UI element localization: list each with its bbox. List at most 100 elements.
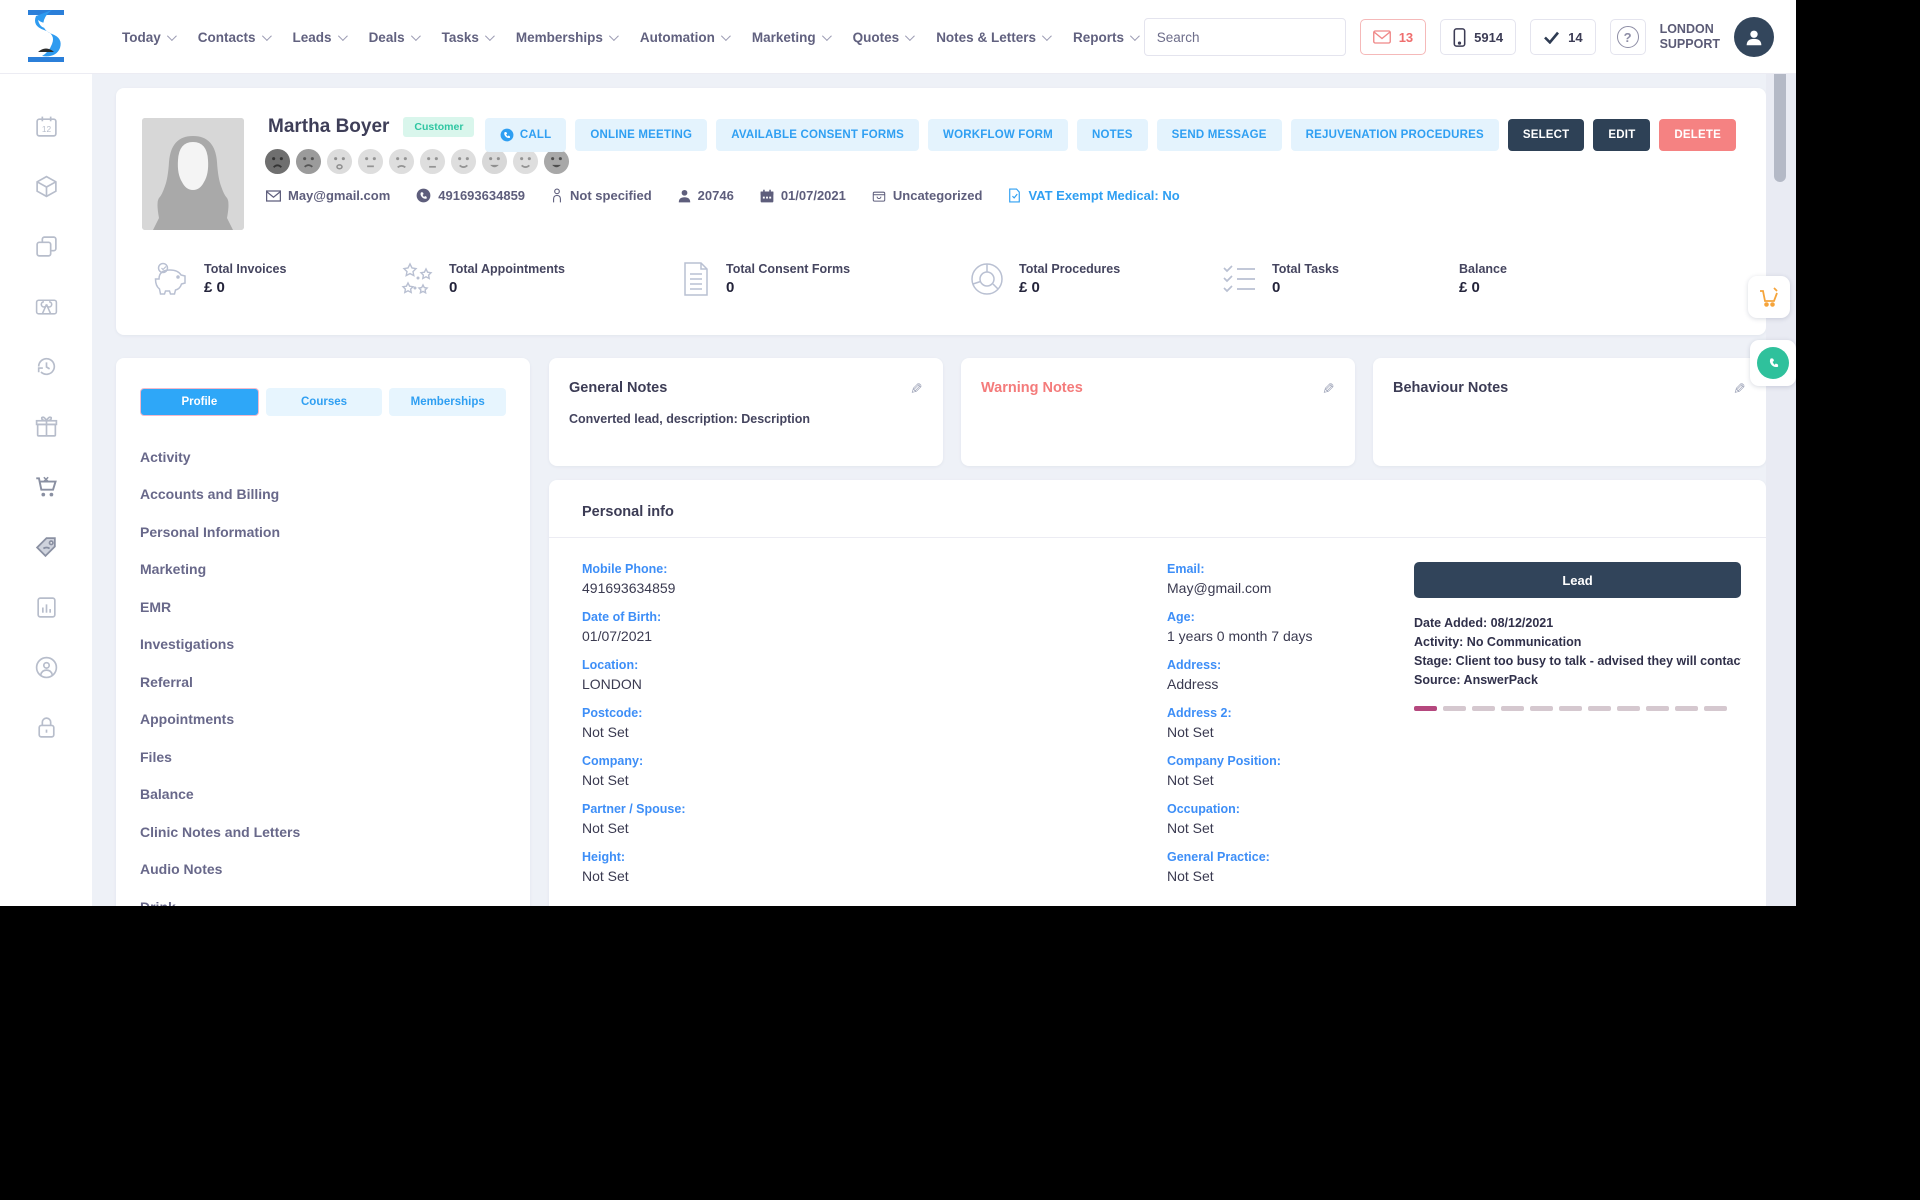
tasks-badge[interactable]: 14 [1530,19,1596,55]
sidebar-item-clinic-notes[interactable]: Clinic Notes and Letters [140,813,530,851]
menu-leads[interactable]: Leads [293,30,348,45]
sidebar-item-referral[interactable]: Referral [140,663,530,701]
edit-pencil-icon[interactable]: ✎ [910,380,923,398]
tab-profile[interactable]: Profile [140,388,259,416]
satisfaction-face-icon[interactable] [357,148,384,175]
history-icon[interactable] [34,354,59,379]
satisfaction-face-icon[interactable] [326,148,353,175]
inbox-badge[interactable]: 13 [1359,19,1427,55]
notes-button[interactable]: NOTES [1076,119,1148,151]
sidebar-item-investigations[interactable]: Investigations [140,626,530,664]
whatsapp-floating-button[interactable] [1750,340,1796,386]
client-action-buttons: CALL ONLINE MEETING AVAILABLE CONSENT FO… [484,118,1736,152]
lead-button[interactable]: Lead [1414,562,1741,598]
client-contact-row: May@gmail.com 491693634859 Not specified… [266,188,1180,203]
cart-icon[interactable] [33,474,59,500]
search-input[interactable] [1144,29,1345,45]
lead-progress-segment[interactable] [1414,706,1437,711]
consent-forms-button[interactable]: AVAILABLE CONSENT FORMS [716,119,920,151]
lead-progress-segment[interactable] [1472,706,1495,711]
lock-icon[interactable] [34,715,59,740]
user-avatar[interactable] [1734,17,1774,57]
menu-contacts[interactable]: Contacts [198,30,272,45]
sidebar-item-accounts-billing[interactable]: Accounts and Billing [140,476,530,514]
satisfaction-face-icon[interactable] [388,148,415,175]
menu-marketing[interactable]: Marketing [751,29,832,45]
satisfaction-face-icon[interactable] [450,148,477,175]
tasks-count: 14 [1568,29,1583,45]
tab-courses[interactable]: Courses [265,388,383,416]
call-button[interactable]: CALL [484,118,567,152]
menu-tasks[interactable]: Tasks [442,30,495,45]
menu-label: Marketing [751,29,816,45]
lead-progress-segment[interactable] [1617,706,1640,711]
client-phone[interactable]: 491693634859 [416,188,525,203]
satisfaction-face-icon[interactable] [512,148,539,175]
select-button[interactable]: SELECT [1507,119,1585,151]
client-vat-status[interactable]: VAT Exempt Medical: No [1008,188,1180,203]
sms-badge[interactable]: 5914 [1440,19,1517,55]
client-category[interactable]: Uncategorized [872,188,982,203]
lead-progress-segment[interactable] [1675,706,1698,711]
menu-today[interactable]: Today [122,30,177,45]
workflow-form-button[interactable]: WORKFLOW FORM [928,119,1068,151]
piggy-bank-icon [154,262,186,295]
edit-pencil-icon[interactable]: ✎ [1322,380,1335,398]
svg-text:12: 12 [41,124,51,134]
sidebar-item-appointments[interactable]: Appointments [140,701,530,739]
tag-icon[interactable] [34,535,59,560]
client-gender[interactable]: Not specified [551,188,652,203]
lead-progress-segment[interactable] [1704,706,1727,711]
satisfaction-face-icon[interactable] [543,148,570,175]
duplicate-icon[interactable] [34,234,59,259]
page-scrollbar[interactable] [1766,0,1796,906]
tab-memberships[interactable]: Memberships [389,388,507,416]
lead-progress-segment[interactable] [1588,706,1611,711]
sidebar-item-files[interactable]: Files [140,738,530,776]
sidebar-item-personal-information[interactable]: Personal Information [140,513,530,551]
sidebar-item-drink[interactable]: Drink [140,888,530,906]
menu-notes-letters[interactable]: Notes & Letters [936,30,1052,45]
lead-progress-segment[interactable] [1559,706,1582,711]
sidebar-item-balance[interactable]: Balance [140,776,530,814]
delete-button[interactable]: DELETE [1659,119,1736,151]
satisfaction-face-icon[interactable] [295,148,322,175]
lead-progress-segment[interactable] [1530,706,1553,711]
account-lock-icon[interactable] [34,655,59,680]
shop-cart-floating-button[interactable] [1748,276,1790,318]
edit-pencil-icon[interactable]: ✎ [1733,380,1746,398]
calendar-icon[interactable]: 12 [34,114,59,139]
satisfaction-face-icon[interactable] [419,148,446,175]
lead-progress-segment[interactable] [1501,706,1524,711]
help-button[interactable]: ? [1609,19,1646,55]
satisfaction-face-icon[interactable] [264,148,291,175]
voucher-icon[interactable] [34,294,59,319]
products-icon[interactable] [34,174,59,199]
main-menu: Today Contacts Leads Deals Tasks Members… [122,0,1192,74]
send-message-button[interactable]: SEND MESSAGE [1156,119,1282,151]
app-logo[interactable] [22,8,70,64]
lead-progress-segment[interactable] [1646,706,1669,711]
menu-memberships[interactable]: Memberships [516,30,619,45]
menu-deals[interactable]: Deals [369,30,421,45]
online-meeting-button[interactable]: ONLINE MEETING [575,119,708,151]
satisfaction-face-icon[interactable] [481,148,508,175]
menu-reports[interactable]: Reports [1073,30,1140,45]
sidebar-item-activity[interactable]: Activity [140,438,530,476]
rejuvenation-button[interactable]: REJUVENATION PROCEDURES [1290,119,1499,151]
lead-progress-segment[interactable] [1443,706,1466,711]
sidebar-item-emr[interactable]: EMR [140,588,530,626]
menu-quotes[interactable]: Quotes [853,30,916,45]
lead-date-added: Date Added: 08/12/2021 [1414,616,1554,630]
gift-icon[interactable] [34,414,59,439]
edit-button[interactable]: EDIT [1593,119,1651,151]
client-dob[interactable]: 01/07/2021 [760,188,846,203]
sidebar-item-marketing[interactable]: Marketing [140,551,530,589]
field-value: Not Set [582,772,629,788]
sidebar-item-audio-notes[interactable]: Audio Notes [140,851,530,889]
client-id[interactable]: 20746 [678,188,734,203]
client-email[interactable]: May@gmail.com [266,188,390,203]
client-photo-placeholder[interactable] [142,118,244,230]
menu-automation[interactable]: Automation [640,30,731,45]
reports-icon[interactable] [34,595,59,620]
